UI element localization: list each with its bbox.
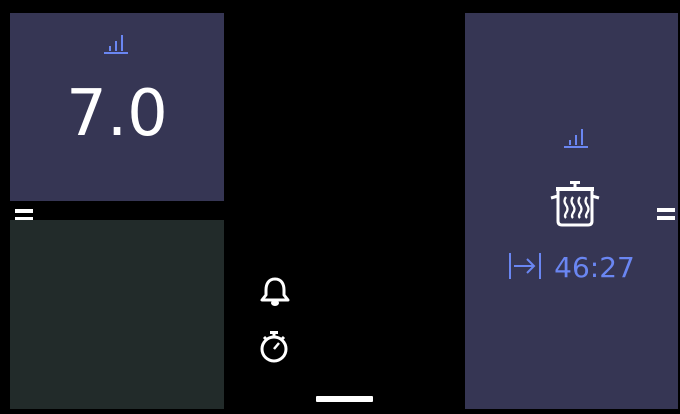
- power-level-icon: [103, 29, 129, 55]
- timer-value: 46:27: [554, 251, 635, 284]
- cooking-zone-right[interactable]: 46:27: [465, 13, 678, 409]
- stopwatch-icon[interactable]: [259, 330, 291, 368]
- cooking-zone-top-left[interactable]: 7.0: [10, 13, 224, 201]
- drag-handle-icon[interactable]: [657, 205, 675, 224]
- power-level-icon: [563, 123, 589, 149]
- bell-icon[interactable]: [258, 275, 292, 311]
- end-time-arrow-icon: [508, 251, 542, 285]
- power-level-value: 7.0: [66, 77, 168, 151]
- cooking-zone-bottom-left[interactable]: [10, 220, 224, 409]
- cooking-timer[interactable]: 46:27: [465, 251, 678, 285]
- cooking-pot-steam-icon: [549, 180, 601, 232]
- cooktop-screen: 7.0 46:27: [0, 0, 680, 414]
- home-bar[interactable]: [316, 396, 373, 402]
